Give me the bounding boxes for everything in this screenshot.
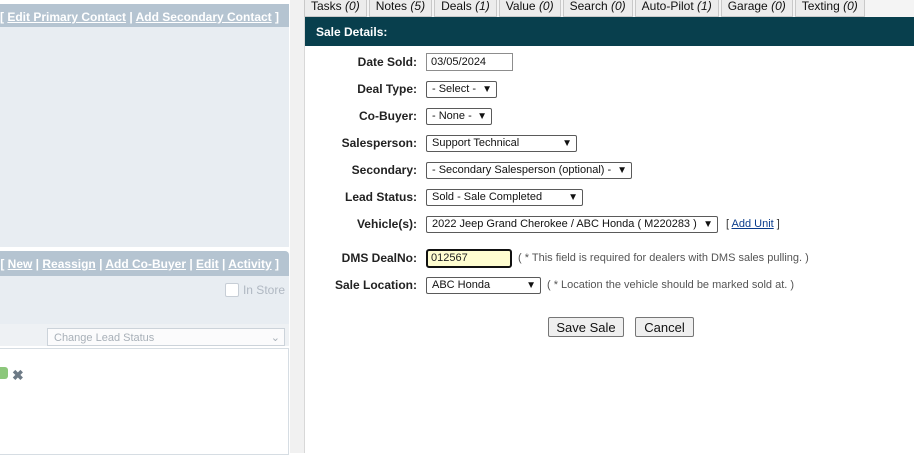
lead-panel-header: [ New | Reassign | Add Co-Buyer | Edit |… bbox=[0, 251, 289, 276]
deal-type-select[interactable]: - Select - ▼ bbox=[426, 80, 497, 98]
vehicles-row: Vehicle(s): 2022 Jeep Grand Cherokee / A… bbox=[305, 214, 780, 234]
tab-auto-pilot[interactable]: Auto-Pilot (1) bbox=[634, 0, 719, 17]
tab-texting[interactable]: Texting (0) bbox=[794, 0, 865, 17]
in-store-checkbox[interactable] bbox=[224, 283, 239, 297]
sale-details-title: Sale Details: bbox=[305, 17, 914, 46]
dms-dealno-label: DMS DealNo: bbox=[341, 251, 417, 265]
chevron-down-icon: ▼ bbox=[477, 110, 487, 122]
add-unit-wrapper: [ Add Unit ] bbox=[726, 218, 780, 230]
activity-link[interactable]: Activity bbox=[228, 257, 271, 271]
chevron-down-icon: ▼ bbox=[617, 164, 627, 176]
date-sold-label: Date Sold: bbox=[357, 55, 417, 69]
cancel-button[interactable]: Cancel bbox=[635, 317, 694, 337]
date-sold-row: Date Sold: bbox=[305, 52, 513, 72]
chevron-down-icon: ▼ bbox=[562, 137, 572, 149]
deal-type-value: - Select - bbox=[432, 82, 477, 95]
in-store-toggle[interactable]: In Store bbox=[224, 283, 285, 297]
co-buyer-value: - None - bbox=[432, 109, 472, 122]
edit-primary-contact-link[interactable]: Edit Primary Contact bbox=[7, 10, 126, 24]
tab-search[interactable]: Search (0) bbox=[562, 0, 633, 17]
chevron-down-icon: ▼ bbox=[526, 279, 536, 291]
dms-dealno-input[interactable]: 012567 bbox=[426, 248, 512, 268]
edit-link[interactable]: Edit bbox=[196, 257, 219, 271]
vehicles-label: Vehicle(s): bbox=[356, 217, 417, 231]
date-sold-input[interactable] bbox=[426, 53, 513, 71]
tab-bar: Tasks (0) Notes (5) Deals (1) Value (0) … bbox=[304, 0, 914, 17]
sale-location-select[interactable]: ABC Honda ▼ bbox=[426, 276, 541, 294]
chevron-down-icon: ▼ bbox=[703, 218, 713, 230]
sale-location-row: Sale Location: ABC Honda ▼ ( * Location … bbox=[305, 275, 794, 295]
lead-panel: [ New | Reassign | Add Co-Buyer | Edit |… bbox=[0, 251, 289, 455]
salesperson-select[interactable]: Support Technical ▼ bbox=[426, 134, 577, 152]
lead-status-row: Lead Status: Sold - Sale Completed ▼ bbox=[305, 187, 583, 207]
add-co-buyer-link[interactable]: Add Co-Buyer bbox=[105, 257, 186, 271]
dms-dealno-row: DMS DealNo: 012567 ( * This field is req… bbox=[305, 248, 809, 268]
lead-panel-band: In Store bbox=[0, 276, 289, 324]
salesperson-row: Salesperson: Support Technical ▼ bbox=[305, 133, 577, 153]
add-secondary-contact-link[interactable]: Add Secondary Contact bbox=[136, 10, 272, 24]
contact-panel: [ Edit Primary Contact | Add Secondary C… bbox=[0, 4, 289, 247]
tab-notes[interactable]: Notes (5) bbox=[368, 0, 433, 17]
contact-panel-header: [ Edit Primary Contact | Add Secondary C… bbox=[0, 4, 289, 27]
tab-value[interactable]: Value (0) bbox=[498, 0, 561, 17]
tab-tasks[interactable]: Tasks (0) bbox=[304, 0, 367, 17]
lead-status-select[interactable]: Sold - Sale Completed ▼ bbox=[426, 188, 583, 206]
in-store-label: In Store bbox=[242, 283, 285, 297]
add-unit-link[interactable]: Add Unit bbox=[732, 218, 774, 230]
secondary-value: - Secondary Salesperson (optional) - bbox=[432, 163, 612, 176]
co-buyer-row: Co-Buyer: - None - ▼ bbox=[305, 106, 492, 126]
co-buyer-select[interactable]: - None - ▼ bbox=[426, 107, 492, 125]
deal-type-label: Deal Type: bbox=[357, 82, 417, 96]
pencil-icon[interactable] bbox=[0, 367, 8, 379]
secondary-label: Secondary: bbox=[351, 163, 417, 177]
salesperson-value: Support Technical bbox=[432, 136, 520, 149]
chevron-down-icon: ⌄ bbox=[270, 332, 280, 344]
change-lead-status-select[interactable]: Change Lead Status ⌄ bbox=[47, 328, 285, 346]
co-buyer-label: Co-Buyer: bbox=[358, 109, 417, 123]
sale-location-hint: ( * Location the vehicle should be marke… bbox=[547, 279, 795, 291]
save-sale-button[interactable]: Save Sale bbox=[548, 317, 624, 337]
chevron-down-icon: ▼ bbox=[482, 83, 492, 95]
secondary-select[interactable]: - Secondary Salesperson (optional) - ▼ bbox=[426, 161, 632, 179]
vehicles-select[interactable]: 2022 Jeep Grand Cherokee / ABC Honda ( M… bbox=[426, 215, 718, 233]
vehicles-value: 2022 Jeep Grand Cherokee / ABC Honda ( M… bbox=[432, 217, 697, 230]
dms-dealno-value: 012567 bbox=[431, 252, 468, 264]
reassign-link[interactable]: Reassign bbox=[42, 257, 95, 271]
tab-garage[interactable]: Garage (0) bbox=[720, 0, 793, 17]
new-link[interactable]: New bbox=[8, 257, 33, 271]
chevron-down-icon: ▼ bbox=[568, 191, 578, 203]
secondary-row: Secondary: - Secondary Salesperson (opti… bbox=[305, 160, 632, 180]
tab-deals[interactable]: Deals (1) bbox=[434, 0, 497, 17]
deal-type-row: Deal Type: - Select - ▼ bbox=[305, 79, 497, 99]
close-icon[interactable]: ✖ bbox=[12, 367, 24, 384]
lead-status-value: Sold - Sale Completed bbox=[432, 190, 543, 203]
lead-notes-area bbox=[0, 348, 289, 455]
change-lead-status-value: Change Lead Status bbox=[54, 332, 155, 344]
lead-status-label: Lead Status: bbox=[344, 190, 417, 204]
sale-location-value: ABC Honda bbox=[432, 278, 491, 291]
sale-details-panel: Sale Details: Date Sold: Deal Type: - Se… bbox=[304, 17, 914, 453]
left-panel: [ Edit Primary Contact | Add Secondary C… bbox=[0, 0, 289, 455]
sale-location-label: Sale Location: bbox=[334, 278, 417, 292]
salesperson-label: Salesperson: bbox=[341, 136, 417, 150]
dms-dealno-hint: ( * This field is required for dealers w… bbox=[518, 252, 809, 264]
panel-divider bbox=[290, 0, 304, 453]
